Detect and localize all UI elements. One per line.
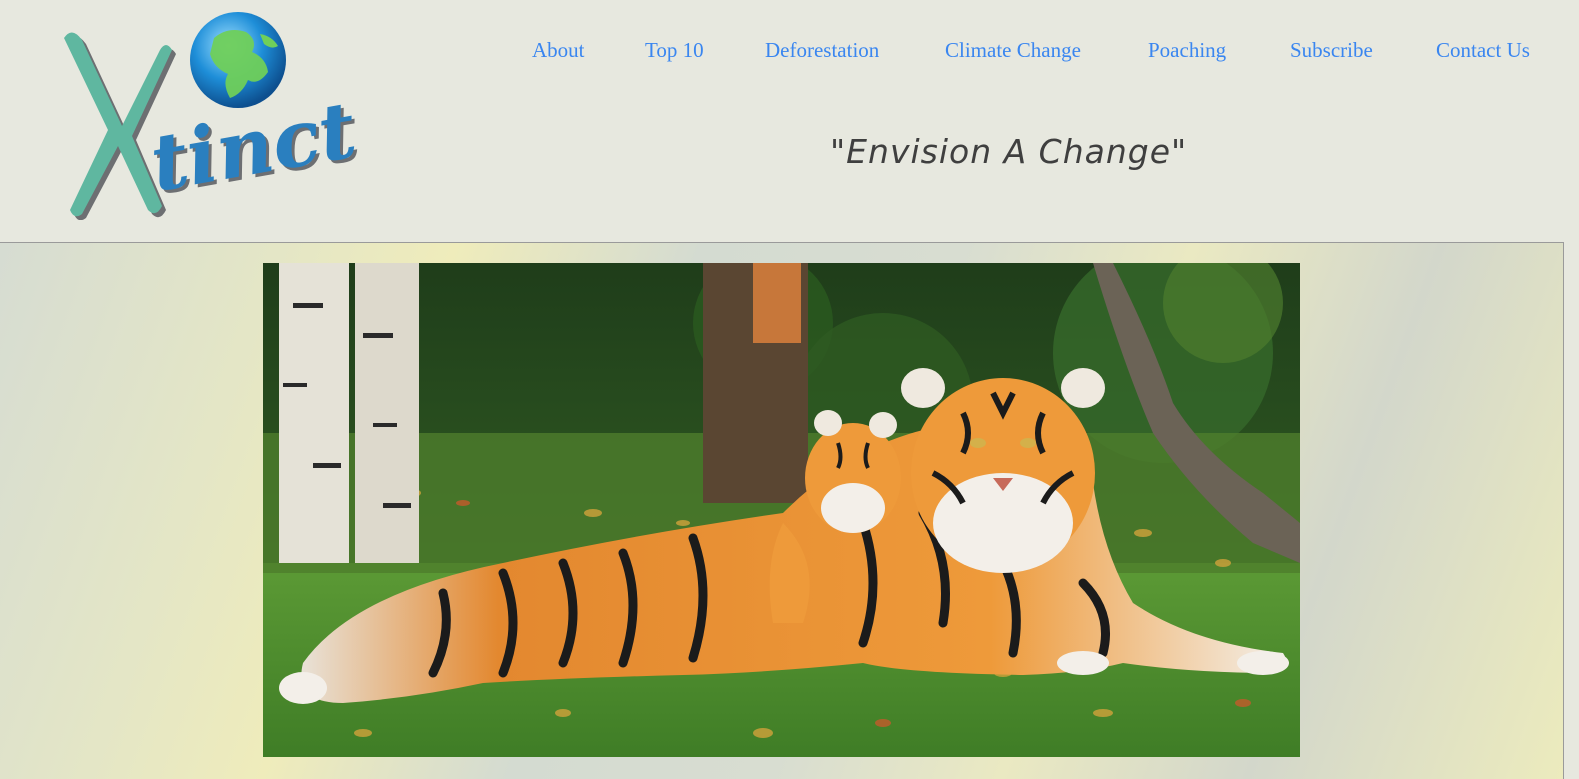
site-header: tinct tinct About Top 10 Deforestation C…: [0, 0, 1579, 242]
main-nav: About Top 10 Deforestation Climate Chang…: [0, 38, 1579, 72]
nav-top-10[interactable]: Top 10: [645, 38, 704, 63]
nav-contact-us[interactable]: Contact Us: [1436, 38, 1530, 63]
tiger-with-cub-photo: [263, 263, 1300, 757]
svg-text:tinct: tinct: [144, 84, 363, 209]
nav-climate-change[interactable]: Climate Change: [945, 38, 1081, 63]
nav-deforestation[interactable]: Deforestation: [765, 38, 879, 63]
hero-banner: [0, 242, 1564, 779]
tagline: "Envision A Change": [830, 132, 1188, 171]
nav-about[interactable]: About: [532, 38, 585, 63]
nav-subscribe[interactable]: Subscribe: [1290, 38, 1373, 63]
nav-poaching[interactable]: Poaching: [1148, 38, 1226, 63]
